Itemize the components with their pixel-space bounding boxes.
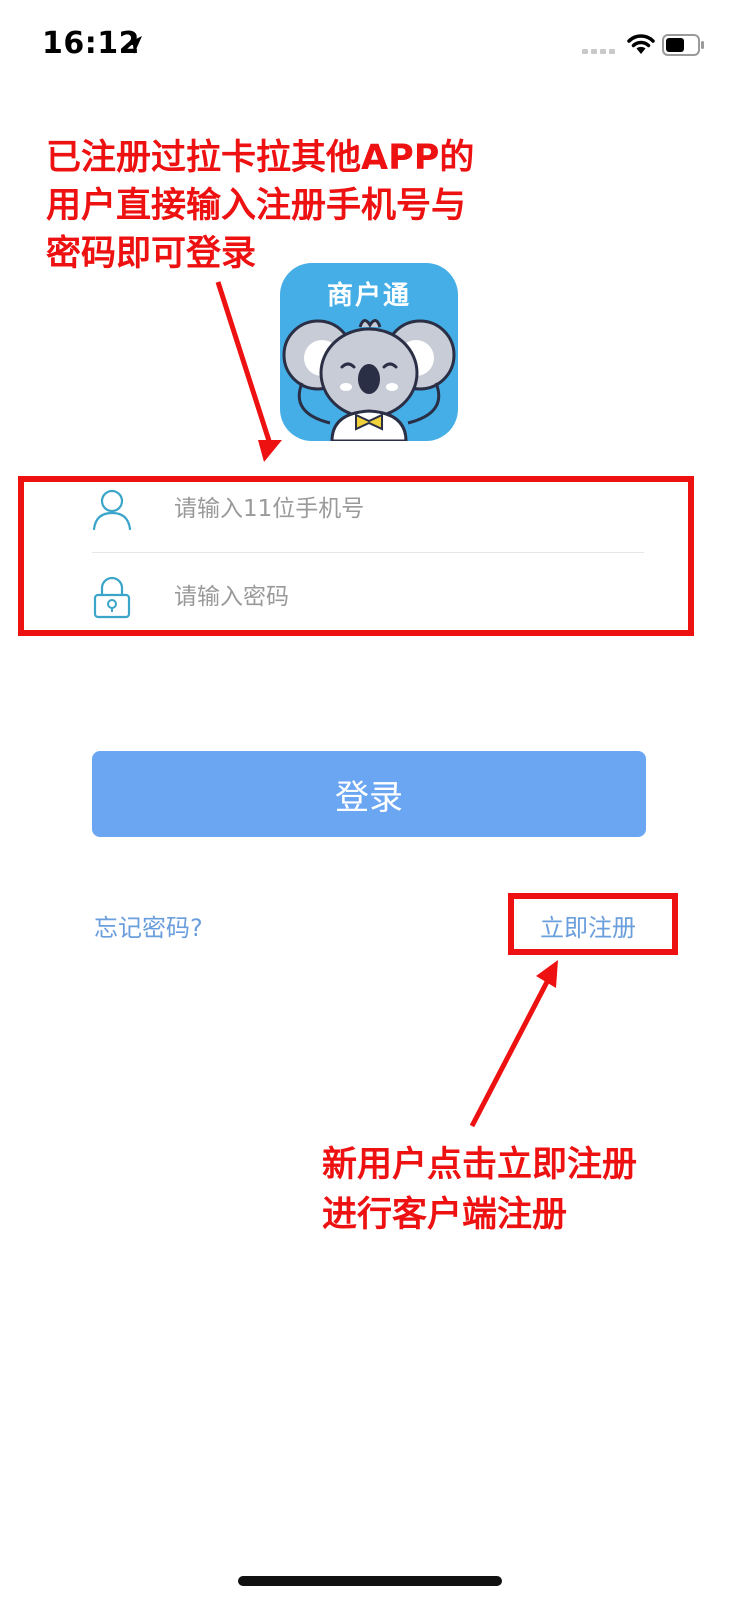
register-now-link[interactable]: 立即注册 bbox=[540, 908, 636, 943]
password-input[interactable] bbox=[174, 584, 644, 610]
battery-icon bbox=[662, 34, 704, 56]
wifi-icon bbox=[627, 34, 655, 54]
forgot-password-link[interactable]: 忘记密码? bbox=[94, 908, 203, 943]
field-divider bbox=[92, 552, 644, 553]
phone-input[interactable] bbox=[174, 496, 644, 522]
lock-icon bbox=[93, 576, 131, 619]
location-arrow-icon bbox=[126, 36, 142, 54]
home-indicator[interactable] bbox=[238, 1576, 502, 1586]
login-button[interactable]: 登录 bbox=[92, 751, 646, 837]
annotation-existing-user: 已注册过拉卡拉其他APP的 用户直接输入注册手机号与 密码即可登录 bbox=[46, 138, 475, 274]
phone-field bbox=[92, 474, 644, 544]
annotation-new-user: 新用户点击立即注册 进行客户端注册 bbox=[322, 1145, 638, 1235]
app-logo: 商户通 bbox=[280, 263, 458, 441]
koala-mascot-icon bbox=[282, 319, 456, 441]
user-icon bbox=[92, 489, 132, 531]
arrow-head-down-icon bbox=[258, 440, 282, 462]
arrow-to-register bbox=[469, 960, 558, 1128]
cellular-signal-icon bbox=[582, 49, 615, 54]
password-field bbox=[92, 562, 644, 632]
arrow-head-up-icon bbox=[536, 960, 558, 988]
arrow-to-inputs bbox=[215, 281, 282, 462]
